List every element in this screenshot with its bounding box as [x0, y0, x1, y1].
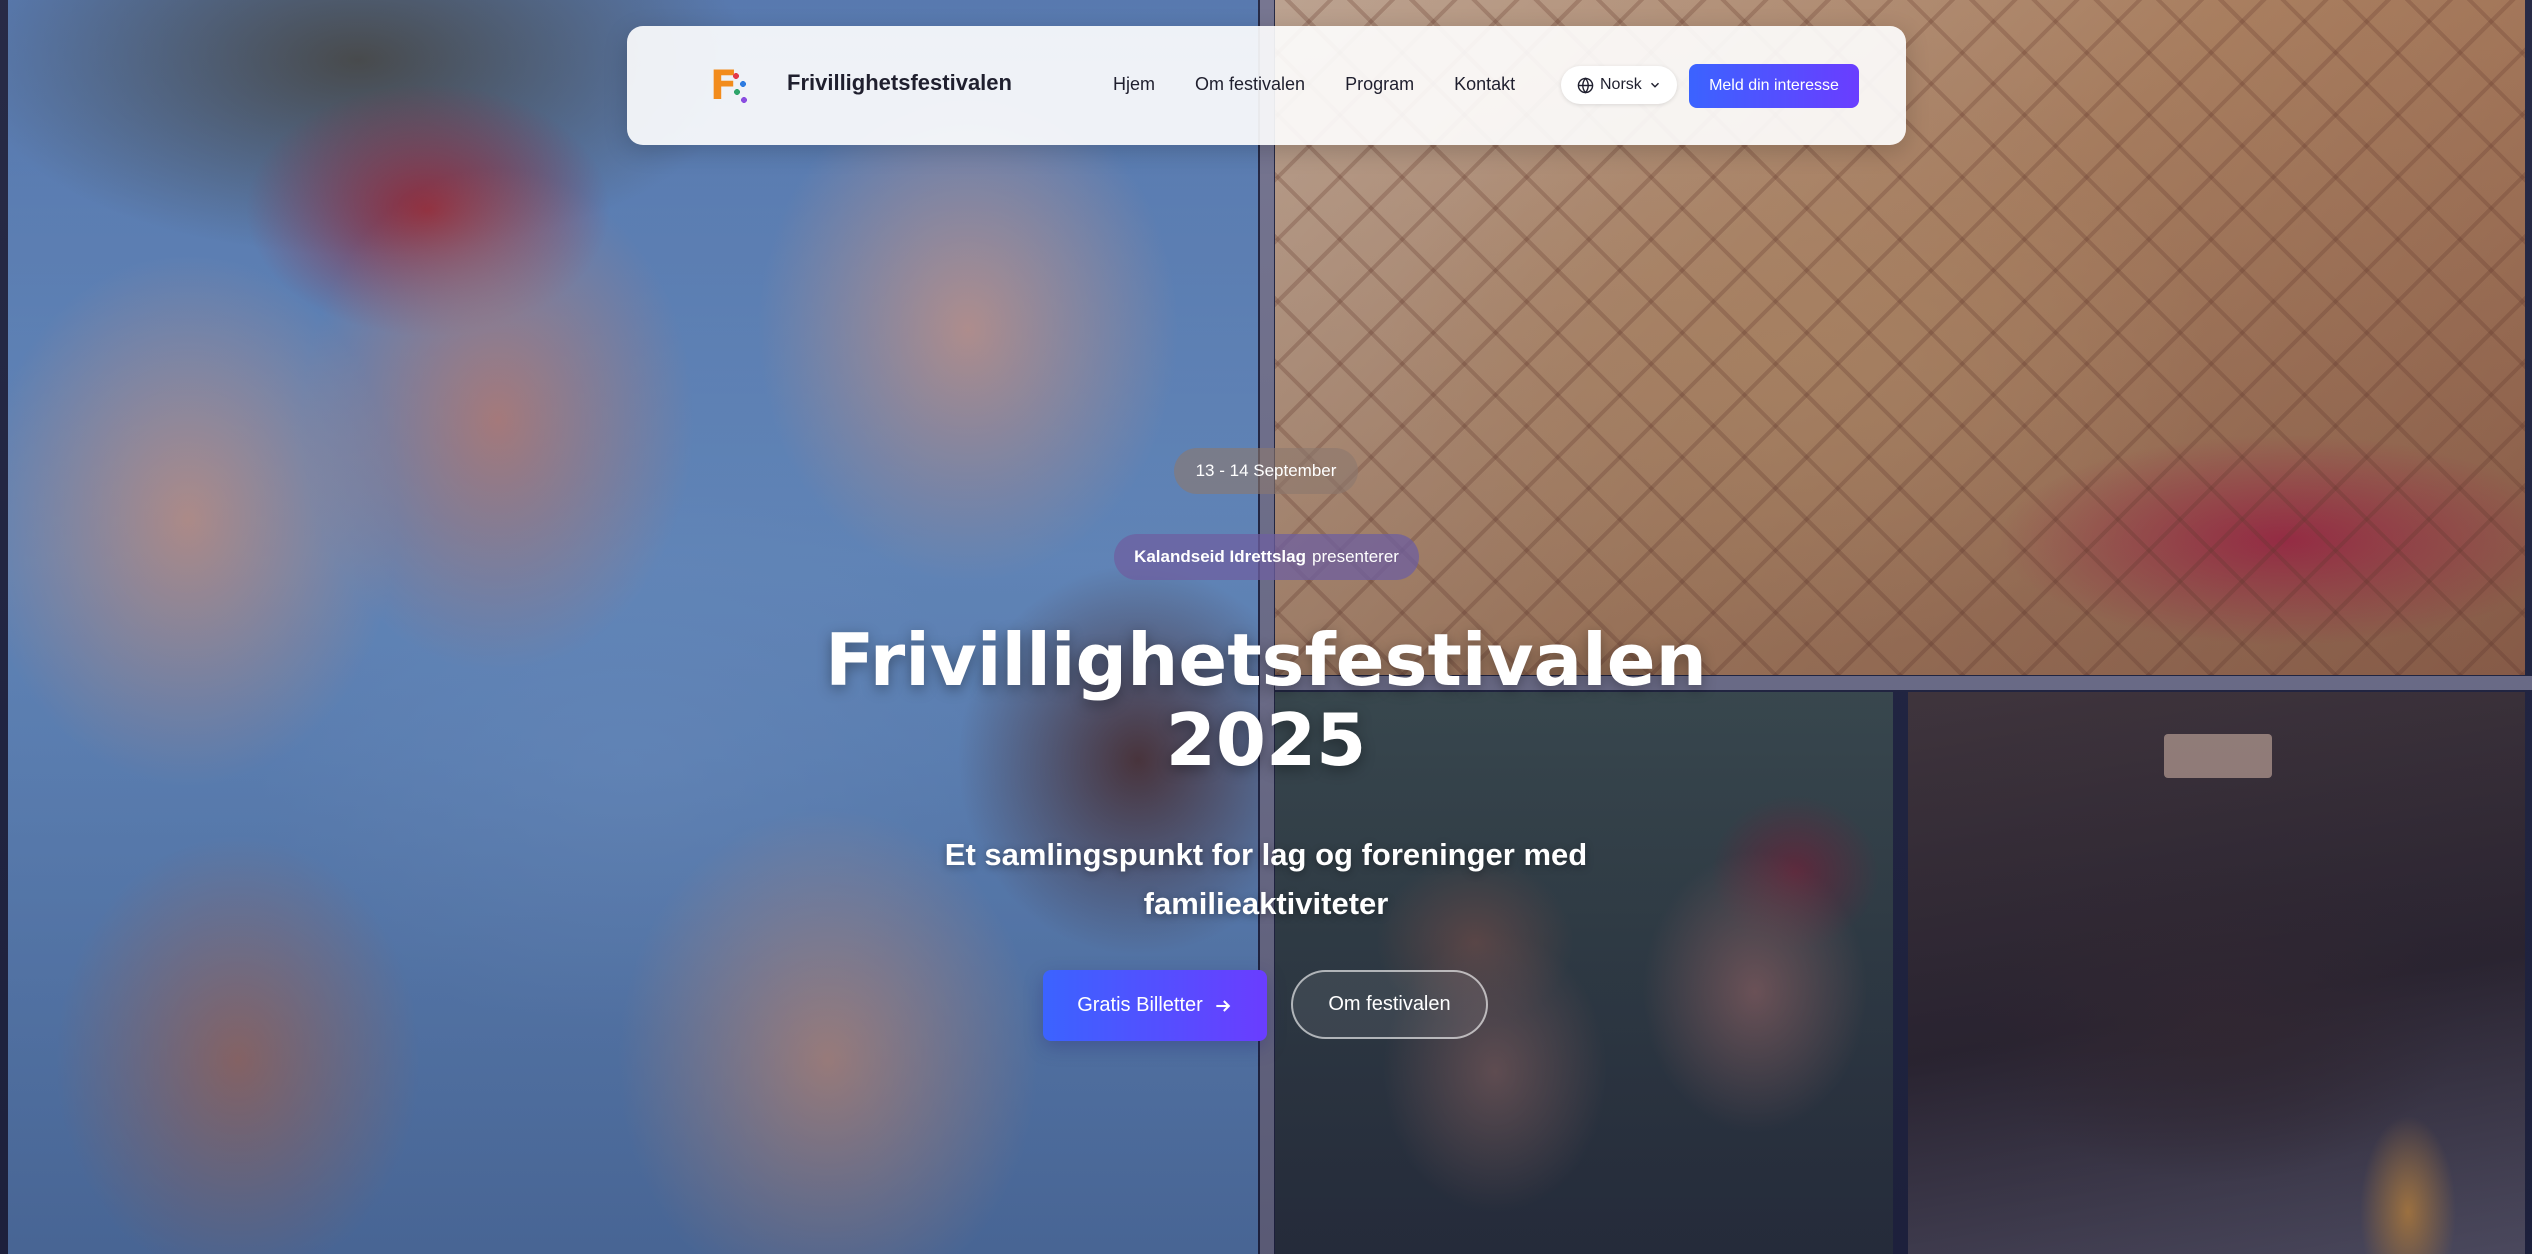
presenter-suffix: presenterer [1312, 547, 1399, 566]
chevron-down-icon [1650, 82, 1659, 88]
presenter-org: Kalandseid Idrettslag [1134, 547, 1306, 566]
about-festival-button[interactable]: Om festivalen [1291, 970, 1488, 1039]
hero-title: Frivillighetsfestivalen 2025 [825, 618, 1707, 782]
language-selector[interactable]: Norsk [1561, 66, 1677, 104]
free-tickets-button[interactable]: Gratis Billetter [1043, 970, 1267, 1041]
festival-date-badge: 13 - 14 September [1174, 448, 1358, 494]
festival-logo-icon[interactable]: F [710, 66, 750, 106]
nav-link-om-festivalen[interactable]: Om festivalen [1195, 74, 1305, 95]
language-label: Norsk [1600, 76, 1642, 93]
globe-icon [1577, 76, 1594, 94]
top-navbar: F Frivillighetsfestivalen Hjem Om festiv… [627, 26, 1906, 145]
presenter-badge: Kalandseid Idrettslag presenterer [1114, 534, 1419, 580]
nav-link-program[interactable]: Program [1345, 74, 1414, 95]
free-tickets-label: Gratis Billetter [1077, 994, 1203, 1016]
nav-link-kontakt[interactable]: Kontakt [1454, 74, 1515, 95]
nav-links: Hjem Om festivalen Program Kontakt [1113, 74, 1515, 95]
register-interest-button[interactable]: Meld din interesse [1689, 64, 1859, 108]
brand-name[interactable]: Frivillighetsfestivalen [787, 70, 1012, 96]
arrow-right-icon [1216, 999, 1231, 1012]
hero-subtitle: Et samlingspunkt for lag og foreninger m… [944, 837, 1588, 921]
nav-link-hjem[interactable]: Hjem [1113, 74, 1155, 95]
